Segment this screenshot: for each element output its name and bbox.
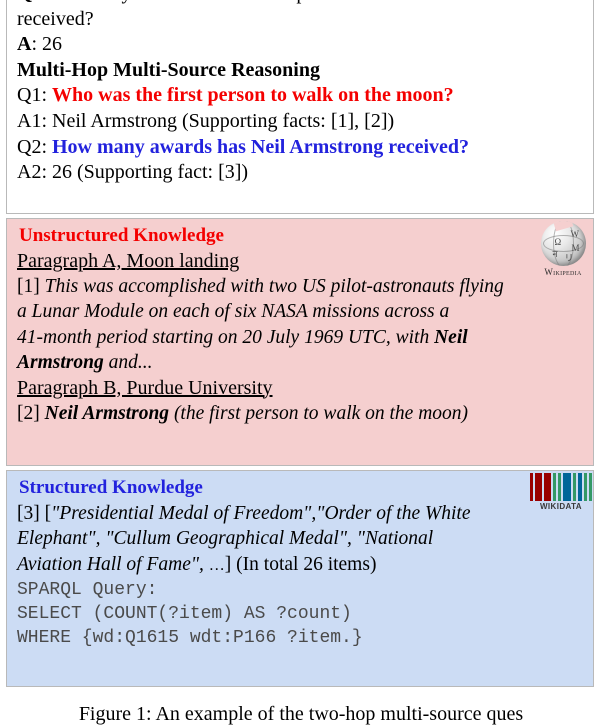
fact1-text-1: This was accomplished with two US pilot-… xyxy=(44,276,504,297)
fact3-total: (In total 26 items) xyxy=(231,553,377,575)
reasoning-heading: Multi-Hop Multi-Source Reasoning xyxy=(17,58,320,81)
answer-label: A xyxy=(17,33,32,56)
sparql-line-1: SELECT (COUNT(?item) AS ?count) xyxy=(17,604,352,625)
globe-glyph-ri: リ xyxy=(564,253,574,263)
globe-glyph-m: М xyxy=(571,243,580,253)
wikipedia-logo: W Ω М न リ Wikipedia xyxy=(534,221,592,277)
q1-line: Q1: Who was the first person to walk on … xyxy=(17,83,585,109)
fact1-text-3: 41-month period starting on 20 July 1969… xyxy=(17,326,435,348)
a2-label: A2: xyxy=(17,161,47,184)
fact3-items-1: "Presidential Medal of Freedom","Order o… xyxy=(51,503,471,524)
wikidata-bar xyxy=(544,473,551,501)
figure-container: Q: How many awards has the first person … xyxy=(0,0,602,725)
fact1-line-2: a Lunar Module on each of six NASA missi… xyxy=(17,301,450,323)
fact3-line-1: [3] ["Presidential Medal of Freedom","Or… xyxy=(17,501,585,526)
wikidata-bar xyxy=(535,473,542,501)
wikipedia-globe-icon: W Ω М न リ xyxy=(540,221,586,266)
question-line: Q: How many awards has the first person … xyxy=(17,0,585,32)
wikidata-bar xyxy=(589,473,592,501)
wikidata-bar xyxy=(573,473,576,501)
fact1-line-1: [1] This was accomplished with two US pi… xyxy=(17,274,585,299)
question-text: : How many awards has the first person t… xyxy=(17,0,519,30)
wikidata-bar xyxy=(563,473,571,501)
a1-line: A1: Neil Armstrong (Supporting facts: [1… xyxy=(17,109,585,135)
wikidata-bar xyxy=(530,473,533,501)
fact1-marker: [1] xyxy=(17,276,40,297)
answer-text: : 26 xyxy=(31,33,63,56)
wikidata-barcode-icon xyxy=(530,473,592,501)
fact1-tail: and... xyxy=(103,352,153,374)
fact1-entity-part-1: Neil xyxy=(434,326,468,348)
figure-caption: Figure 1: An example of the two-hop mult… xyxy=(78,703,524,725)
a2-text: 26 (Supporting fact: [3]) xyxy=(52,161,249,184)
fact1-line-4: Armstrong and... xyxy=(17,350,585,375)
sparql-line-2: WHERE {wd:Q1615 wdt:P166 ?item.} xyxy=(17,628,363,649)
fact2-entity: Neil Armstrong xyxy=(44,402,170,424)
globe-glyph-na: न xyxy=(552,249,558,259)
fact1-entity-part-2: Armstrong xyxy=(17,352,104,374)
paragraph-a-title: Paragraph A, Moon landing xyxy=(17,250,240,272)
qa-panel: Q: How many awards has the first person … xyxy=(6,0,594,214)
wikidata-logo: WIKIDATA xyxy=(530,473,592,513)
q1-label: Q1: xyxy=(17,84,47,107)
structured-heading: Structured Knowledge xyxy=(19,477,203,498)
a2-line: A2: 26 (Supporting fact: [3]) xyxy=(17,160,585,186)
q1-text: Who was the first person to walk on the … xyxy=(52,84,454,107)
fact3-marker: [3] xyxy=(17,503,40,524)
unstructured-heading: Unstructured Knowledge xyxy=(19,225,224,246)
question-label: Q xyxy=(17,0,33,4)
fact1-line-3: 41-month period starting on 20 July 1969… xyxy=(17,325,585,350)
globe-glyph-omega: Ω xyxy=(554,237,562,247)
fact2-rest: (the first person to walk on the moon) xyxy=(169,402,469,424)
wikidata-bar xyxy=(558,473,561,501)
sparql-label: SPARQL Query: xyxy=(17,580,158,601)
q2-line: Q2: How many awards has Neil Armstrong r… xyxy=(17,135,585,161)
wikidata-wordmark: WIKIDATA xyxy=(539,502,582,511)
answer-line: A: 26 xyxy=(17,32,585,58)
fact3-items-3: Aviation Hall of Fame", xyxy=(17,553,209,575)
paragraph-b-title: Paragraph B, Purdue University xyxy=(17,376,273,399)
fact3-line-2: Elephant", "Cullum Geographical Medal", … xyxy=(17,528,434,550)
wikipedia-wordmark: Wikipedia xyxy=(544,267,582,277)
fact3-line-3: Aviation Hall of Fame", …] (In total 26 … xyxy=(17,552,585,578)
structured-knowledge-panel: WIKIDATA Structured Knowledge [3] ["Pres… xyxy=(6,470,594,687)
q2-text: How many awards has Neil Armstrong recei… xyxy=(52,135,470,158)
wikidata-bar xyxy=(584,473,587,501)
wikidata-bar xyxy=(578,473,582,501)
fact3-ellipsis: … xyxy=(208,556,225,574)
globe-glyph-w: W xyxy=(570,229,580,239)
a1-label: A1: xyxy=(17,109,47,132)
wikidata-bar xyxy=(553,473,556,501)
unstructured-knowledge-panel: W Ω М न リ Wikipedia Unstructured Knowled… xyxy=(6,218,594,466)
a1-text: Neil Armstrong (Supporting facts: [1], [… xyxy=(52,109,395,132)
q2-label: Q2: xyxy=(17,135,47,158)
fact2-line: [2] Neil Armstrong (the first person to … xyxy=(17,401,585,426)
fact2-marker: [2] xyxy=(17,402,40,424)
